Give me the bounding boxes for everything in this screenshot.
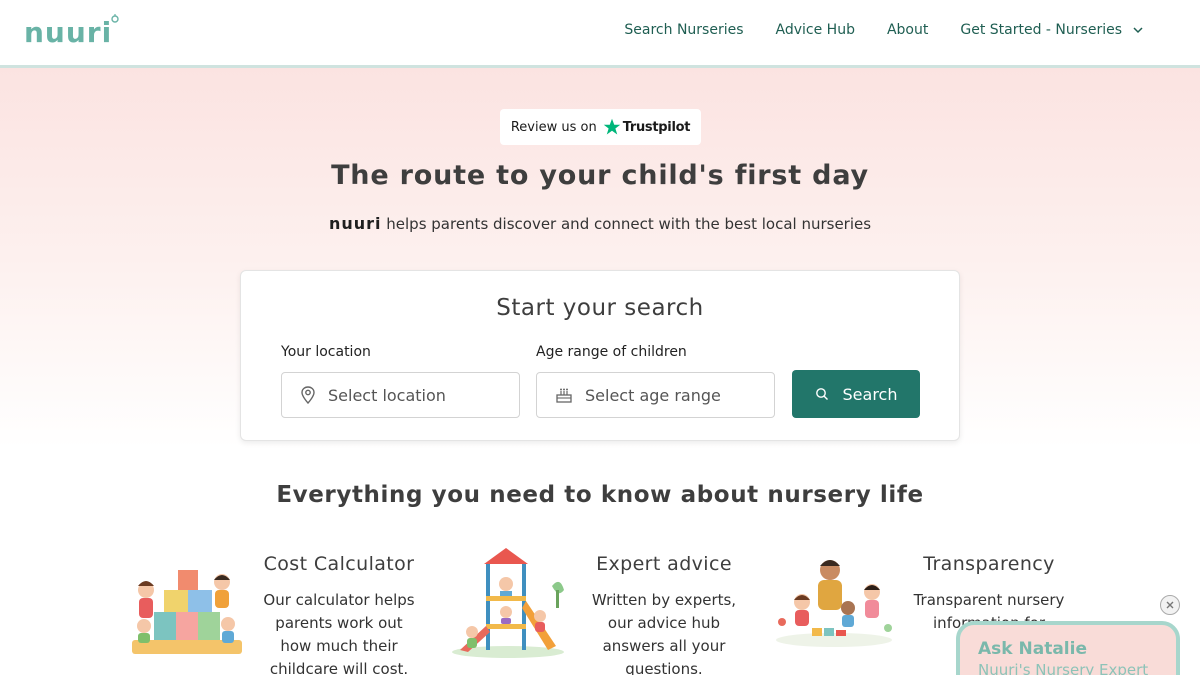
- search-card-title: Start your search: [496, 295, 704, 321]
- feature-text-cost-calculator: Our calculator helps parents work out ho…: [258, 589, 420, 675]
- nav-search-nurseries[interactable]: Search Nurseries: [624, 22, 743, 38]
- search-button-label: Search: [842, 384, 898, 404]
- feature-title-transparency: Transparency: [923, 553, 1055, 575]
- feature-text-line: childcare will cost.: [269, 660, 409, 675]
- feature-text-line: questions.: [625, 660, 703, 675]
- ask-natalie-chat-widget[interactable]: Ask Natalie Nuuri's Nursery Expert: [956, 621, 1180, 675]
- trustpilot-review-link[interactable]: Review us on Trustpilot: [500, 109, 701, 145]
- trustpilot-star-icon: [603, 118, 620, 135]
- feature-text-line: parents work out: [275, 614, 403, 632]
- close-icon: [1166, 601, 1174, 609]
- feature-text-line: Transparent nursery: [913, 591, 1065, 609]
- features-section-title: Everything you need to know about nurser…: [276, 482, 924, 508]
- chat-agent-role: Nuuri's Nursery Expert: [978, 661, 1149, 675]
- feature-title-expert-advice: Expert advice: [596, 553, 732, 575]
- age-range-placeholder: Select age range: [585, 385, 721, 405]
- age-range-select[interactable]: Select age range: [536, 372, 775, 418]
- hero-subtitle: nuuri helps parents discover and connect…: [0, 214, 1200, 233]
- location-label: Your location: [281, 344, 371, 360]
- feature-text-expert-advice: Written by experts, our advice hub answe…: [584, 589, 744, 675]
- feature-text-line: Written by experts,: [591, 591, 737, 609]
- feature-text-line: how much their: [280, 637, 398, 655]
- feature-text-line: Our calculator helps: [263, 591, 415, 609]
- chevron-down-icon: [1133, 27, 1143, 34]
- trustpilot-prefix: Review us on: [510, 119, 597, 135]
- nav-advice-hub[interactable]: Advice Hub: [776, 22, 855, 38]
- location-placeholder: Select location: [328, 385, 446, 405]
- nuuri-logo[interactable]: nuuri: [24, 16, 112, 49]
- trustpilot-brand: Trustpilot: [603, 118, 690, 136]
- teacher-children-illustration: [776, 560, 892, 647]
- chat-close-button[interactable]: [1160, 595, 1180, 615]
- nav-about[interactable]: About: [887, 22, 928, 38]
- location-pin-icon: [301, 386, 315, 404]
- main-nav: Search Nurseries Advice Hub About Get St…: [624, 22, 1144, 38]
- nav-get-started-dropdown[interactable]: Get Started - Nurseries: [960, 22, 1144, 38]
- birthday-cake-icon: [556, 388, 572, 403]
- hero-subtitle-brand: nuuri: [328, 214, 382, 233]
- site-header: nuuri Search Nurseries Advice Hub About …: [0, 0, 1200, 68]
- hero-subtitle-text: helps parents discover and connect with …: [386, 215, 872, 233]
- search-icon: [815, 388, 828, 400]
- nav-get-started-label: Get Started - Nurseries: [960, 22, 1122, 38]
- feature-title-cost-calculator: Cost Calculator: [263, 553, 415, 575]
- trustpilot-brand-text: Trustpilot: [622, 119, 691, 135]
- chat-agent-name: Ask Natalie: [978, 639, 1087, 659]
- feature-text-line: answers all your: [602, 637, 726, 655]
- feature-text-line: our advice hub: [607, 614, 721, 632]
- age-range-label: Age range of children: [536, 344, 687, 360]
- hero-title: The route to your child's first day: [331, 160, 869, 191]
- building-blocks-illustration: [132, 570, 242, 654]
- sprout-icon: [111, 14, 119, 23]
- search-button[interactable]: Search: [792, 370, 920, 418]
- location-select[interactable]: Select location: [281, 372, 520, 418]
- playground-illustration: [452, 548, 564, 658]
- search-card: Start your search Your location Select l…: [240, 270, 960, 441]
